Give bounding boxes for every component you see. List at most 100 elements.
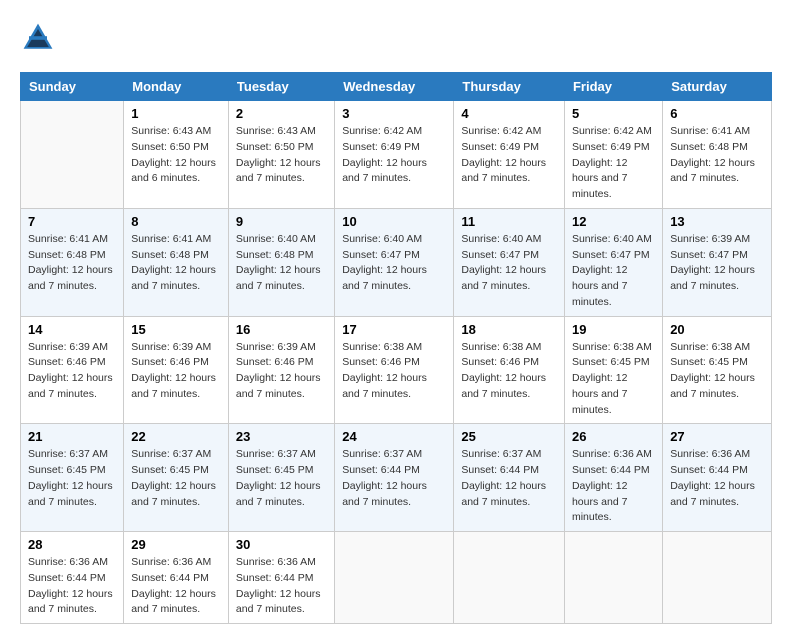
day-cell: 14Sunrise: 6:39 AMSunset: 6:46 PMDayligh… xyxy=(21,316,124,424)
day-cell: 21 Sunrise: 6:37 AMSunset: 6:45 PMDayligh… xyxy=(21,424,124,532)
day-info: Sunrise: 6:38 AMSunset: 6:46 PMDaylight:… xyxy=(342,340,446,403)
col-header-wednesday: Wednesday xyxy=(335,73,454,101)
day-info: Sunrise: 6:40 AMSunset: 6:47 PMDaylight:… xyxy=(572,232,655,311)
week-row-1: 1 Sunrise: 6:43 AMSunset: 6:50 PMDaylight… xyxy=(21,101,772,209)
day-info: Sunrise: 6:40 AMSunset: 6:48 PMDaylight:… xyxy=(236,232,327,295)
day-cell xyxy=(335,532,454,624)
day-cell: 8 Sunrise: 6:41 AMSunset: 6:48 PMDaylight… xyxy=(124,208,229,316)
day-number: 23 xyxy=(236,429,327,444)
day-number: 3 xyxy=(342,106,446,121)
day-cell xyxy=(663,532,772,624)
day-info: Sunrise: 6:43 AMSunset: 6:50 PMDaylight:… xyxy=(236,124,327,187)
page-header xyxy=(20,20,772,56)
day-cell: 1 Sunrise: 6:43 AMSunset: 6:50 PMDaylight… xyxy=(124,101,229,209)
day-info: Sunrise: 6:38 AMSunset: 6:46 PMDaylight:… xyxy=(461,340,557,403)
day-info: Sunrise: 6:37 AMSunset: 6:44 PMDaylight:… xyxy=(461,447,557,510)
day-cell: 12 Sunrise: 6:40 AMSunset: 6:47 PMDayligh… xyxy=(564,208,662,316)
day-info: Sunrise: 6:39 AMSunset: 6:47 PMDaylight:… xyxy=(670,232,764,295)
day-info: Sunrise: 6:38 AMSunset: 6:45 PMDaylight:… xyxy=(572,340,655,419)
day-number: 7 xyxy=(28,214,116,229)
day-cell: 23 Sunrise: 6:37 AMSunset: 6:45 PMDayligh… xyxy=(228,424,334,532)
day-cell: 18Sunrise: 6:38 AMSunset: 6:46 PMDayligh… xyxy=(454,316,565,424)
day-number: 1 xyxy=(131,106,221,121)
day-number: 9 xyxy=(236,214,327,229)
day-cell: 16 Sunrise: 6:39 AMSunset: 6:46 PMDayligh… xyxy=(228,316,334,424)
day-number: 10 xyxy=(342,214,446,229)
day-info: Sunrise: 6:39 AMSunset: 6:46 PMDaylight:… xyxy=(236,340,327,403)
day-cell: 11 Sunrise: 6:40 AMSunset: 6:47 PMDayligh… xyxy=(454,208,565,316)
day-info: Sunrise: 6:39 AMSunset: 6:46 PMDaylight:… xyxy=(131,340,221,403)
day-info: Sunrise: 6:41 AMSunset: 6:48 PMDaylight:… xyxy=(131,232,221,295)
day-info: Sunrise: 6:38 AMSunset: 6:45 PMDaylight:… xyxy=(670,340,764,403)
day-cell: 2 Sunrise: 6:43 AMSunset: 6:50 PMDaylight… xyxy=(228,101,334,209)
calendar-table: SundayMondayTuesdayWednesdayThursdayFrid… xyxy=(20,72,772,624)
week-row-2: 7 Sunrise: 6:41 AMSunset: 6:48 PMDaylight… xyxy=(21,208,772,316)
day-cell: 22Sunrise: 6:37 AMSunset: 6:45 PMDayligh… xyxy=(124,424,229,532)
col-header-thursday: Thursday xyxy=(454,73,565,101)
day-number: 13 xyxy=(670,214,764,229)
day-cell: 26 Sunrise: 6:36 AMSunset: 6:44 PMDayligh… xyxy=(564,424,662,532)
col-header-saturday: Saturday xyxy=(663,73,772,101)
day-cell: 20Sunrise: 6:38 AMSunset: 6:45 PMDayligh… xyxy=(663,316,772,424)
day-cell: 15 Sunrise: 6:39 AMSunset: 6:46 PMDayligh… xyxy=(124,316,229,424)
day-info: Sunrise: 6:37 AMSunset: 6:44 PMDaylight:… xyxy=(342,447,446,510)
day-cell: 27 Sunrise: 6:36 AMSunset: 6:44 PMDayligh… xyxy=(663,424,772,532)
day-info: Sunrise: 6:42 AMSunset: 6:49 PMDaylight:… xyxy=(572,124,655,203)
day-number: 12 xyxy=(572,214,655,229)
day-info: Sunrise: 6:41 AMSunset: 6:48 PMDaylight:… xyxy=(670,124,764,187)
day-cell: 13 Sunrise: 6:39 AMSunset: 6:47 PMDayligh… xyxy=(663,208,772,316)
day-number: 11 xyxy=(461,214,557,229)
col-header-friday: Friday xyxy=(564,73,662,101)
day-info: Sunrise: 6:40 AMSunset: 6:47 PMDaylight:… xyxy=(342,232,446,295)
day-info: Sunrise: 6:36 AMSunset: 6:44 PMDaylight:… xyxy=(236,555,327,618)
day-info: Sunrise: 6:36 AMSunset: 6:44 PMDaylight:… xyxy=(572,447,655,526)
week-row-3: 14 Sunrise: 6:39 AMSunset: 6:46 PMDayligh… xyxy=(21,316,772,424)
day-cell: 7 Sunrise: 6:41 AMSunset: 6:48 PMDaylight… xyxy=(21,208,124,316)
day-number: 26 xyxy=(572,429,655,444)
day-number: 16 xyxy=(236,322,327,337)
day-number: 25 xyxy=(461,429,557,444)
day-cell xyxy=(564,532,662,624)
week-row-5: 28 Sunrise: 6:36 AMSunset: 6:44 PMDayligh… xyxy=(21,532,772,624)
day-cell xyxy=(21,101,124,209)
day-cell: 4Sunrise: 6:42 AMSunset: 6:49 PMDaylight… xyxy=(454,101,565,209)
day-number: 30 xyxy=(236,537,327,552)
day-number: 2 xyxy=(236,106,327,121)
day-info: Sunrise: 6:37 AMSunset: 6:45 PMDaylight:… xyxy=(131,447,221,510)
day-info: Sunrise: 6:36 AMSunset: 6:44 PMDaylight:… xyxy=(131,555,221,618)
day-cell: 28 Sunrise: 6:36 AMSunset: 6:44 PMDayligh… xyxy=(21,532,124,624)
day-info: Sunrise: 6:36 AMSunset: 6:44 PMDaylight:… xyxy=(670,447,764,510)
day-info: Sunrise: 6:37 AMSunset: 6:45 PMDaylight:… xyxy=(236,447,327,510)
day-number: 17 xyxy=(342,322,446,337)
day-cell: 10 Sunrise: 6:40 AMSunset: 6:47 PMDayligh… xyxy=(335,208,454,316)
day-number: 5 xyxy=(572,106,655,121)
day-cell: 17 Sunrise: 6:38 AMSunset: 6:46 PMDayligh… xyxy=(335,316,454,424)
day-cell: 3 Sunrise: 6:42 AMSunset: 6:49 PMDaylight… xyxy=(335,101,454,209)
day-info: Sunrise: 6:42 AMSunset: 6:49 PMDaylight:… xyxy=(342,124,446,187)
day-info: Sunrise: 6:43 AMSunset: 6:50 PMDaylight:… xyxy=(131,124,221,187)
day-info: Sunrise: 6:36 AMSunset: 6:44 PMDaylight:… xyxy=(28,555,116,618)
day-number: 27 xyxy=(670,429,764,444)
day-cell xyxy=(454,532,565,624)
day-number: 28 xyxy=(28,537,116,552)
day-number: 24 xyxy=(342,429,446,444)
col-header-tuesday: Tuesday xyxy=(228,73,334,101)
day-info: Sunrise: 6:40 AMSunset: 6:47 PMDaylight:… xyxy=(461,232,557,295)
day-info: Sunrise: 6:37 AMSunset: 6:45 PMDaylight:… xyxy=(28,447,116,510)
col-header-sunday: Sunday xyxy=(21,73,124,101)
day-number: 15 xyxy=(131,322,221,337)
day-number: 4 xyxy=(461,106,557,121)
day-cell: 5 Sunrise: 6:42 AMSunset: 6:49 PMDaylight… xyxy=(564,101,662,209)
day-number: 14 xyxy=(28,322,116,337)
day-cell: 6 Sunrise: 6:41 AMSunset: 6:48 PMDaylight… xyxy=(663,101,772,209)
col-header-monday: Monday xyxy=(124,73,229,101)
day-cell: 24 Sunrise: 6:37 AMSunset: 6:44 PMDayligh… xyxy=(335,424,454,532)
day-cell: 29Sunrise: 6:36 AMSunset: 6:44 PMDayligh… xyxy=(124,532,229,624)
logo-icon xyxy=(20,20,56,56)
day-number: 21 xyxy=(28,429,116,444)
day-number: 19 xyxy=(572,322,655,337)
day-number: 6 xyxy=(670,106,764,121)
day-number: 8 xyxy=(131,214,221,229)
day-info: Sunrise: 6:41 AMSunset: 6:48 PMDaylight:… xyxy=(28,232,116,295)
day-cell: 9 Sunrise: 6:40 AMSunset: 6:48 PMDaylight… xyxy=(228,208,334,316)
